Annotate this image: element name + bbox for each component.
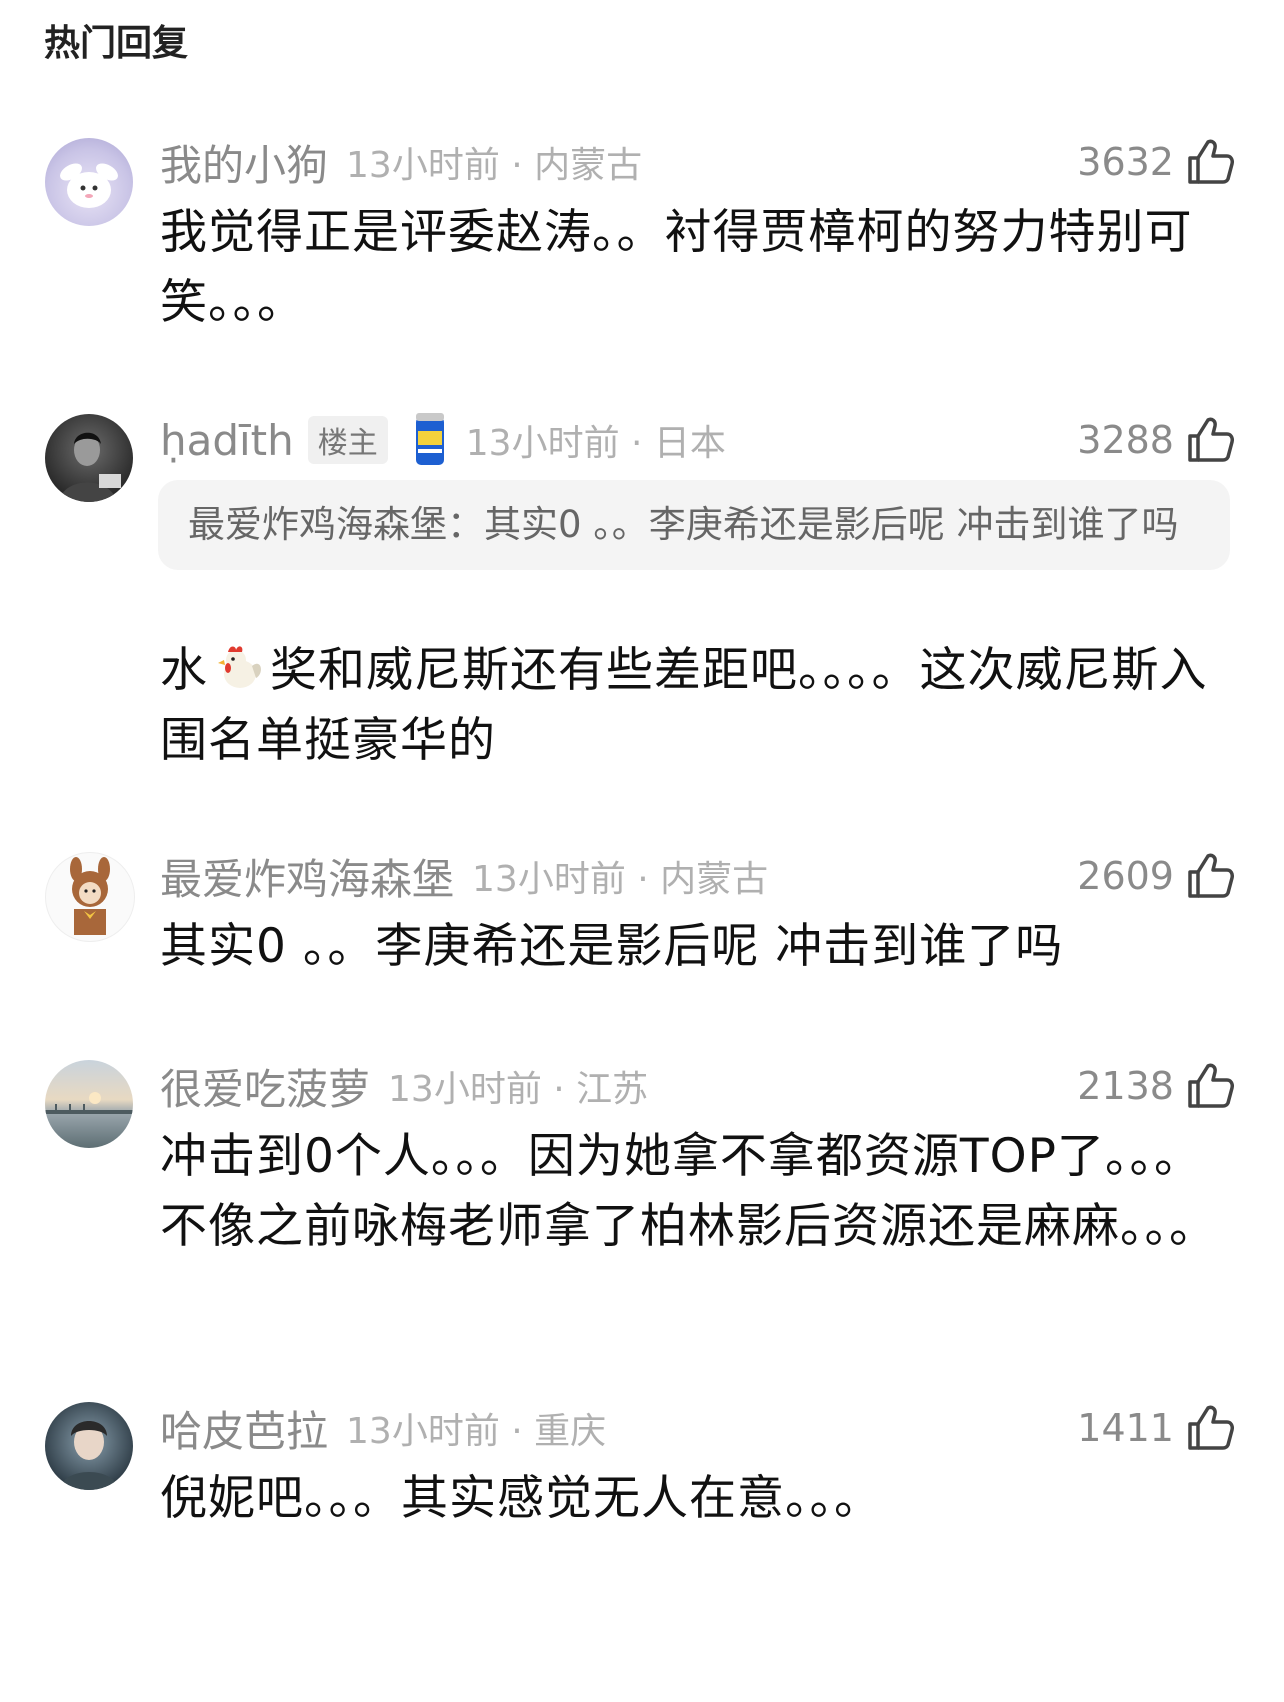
like-button[interactable]: 2138 [1077, 1056, 1236, 1116]
thumbs-up-icon [1188, 417, 1234, 462]
like-count: 3632 [1077, 140, 1174, 184]
comment-text: 倪妮吧。。。其实感觉无人在意。。。 [160, 1471, 882, 1526]
comment-text-part: 水 [160, 643, 208, 698]
bunny-avatar-icon [60, 163, 118, 208]
portrait-avatar-icon [59, 1421, 119, 1490]
like-count: 2138 [1077, 1064, 1174, 1108]
comment-meta: 最爱炸鸡海森堡 13小时前 · 内蒙古 [160, 846, 768, 906]
avatar[interactable] [45, 852, 135, 942]
username[interactable]: 我的小狗 [160, 132, 328, 193]
thumbs-up-icon [1188, 1063, 1234, 1108]
section-title: 热门回复 [44, 23, 189, 64]
thumbs-up-icon [1188, 1405, 1234, 1450]
comment-meta: 哈皮芭拉 13小时前 · 重庆 [160, 1398, 606, 1458]
rooster-emoji-icon [218, 646, 261, 688]
username[interactable]: 最爱炸鸡海森堡 [160, 846, 454, 907]
time-location: 13小时前 · 内蒙古 [472, 859, 769, 900]
avatar[interactable] [45, 414, 133, 502]
comment-text-part: 奖和威尼斯还有些差距吧。。。。这次威尼斯入围名单挺豪华的 [160, 643, 1208, 768]
portrait-avatar-icon [59, 432, 121, 502]
bear-costume-avatar-icon [70, 857, 110, 935]
sunset-landscape-avatar-icon [45, 1092, 133, 1114]
time-location: 13小时前 · 重庆 [346, 1411, 607, 1452]
username[interactable]: ḥadīth [160, 416, 294, 465]
like-count: 3288 [1077, 418, 1174, 462]
username[interactable]: 哈皮芭拉 [160, 1398, 328, 1459]
comment-text: 水 奖和威尼斯还有些差距吧。。。。这次威尼斯入围名单挺豪华的 [160, 636, 1220, 776]
like-count: 1411 [1077, 1406, 1174, 1450]
like-button[interactable]: 3288 [1077, 410, 1236, 470]
comment-text: 冲击到0个人。。。因为她拿不拿都资源TOP了。。。不像之前咏梅老师拿了柏林影后资… [160, 1129, 1217, 1254]
thumbs-up-icon [1188, 139, 1234, 184]
like-button[interactable]: 1411 [1077, 1398, 1236, 1458]
avatar[interactable] [45, 1060, 133, 1148]
time-location: 13小时前 · 内蒙古 [346, 145, 643, 186]
comment-meta: ḥadīth 楼主 13小时前 · 日本 [160, 410, 726, 470]
comment-text: 其实0 。。李庚希还是影后呢 冲击到谁了吗 [160, 919, 1064, 974]
op-badge: 楼主 [307, 416, 388, 464]
quoted-reply[interactable]: 最爱炸鸡海森堡：其实0 。。李庚希还是影后呢 冲击到谁了吗 [158, 480, 1230, 570]
comment-text: 我觉得正是评委赵涛。。衬得贾樟柯的努力特别可笑。。。 [160, 205, 1193, 330]
beer-can-badge-icon [415, 413, 444, 465]
comment-meta: 很爱吃菠萝 13小时前 · 江苏 [160, 1056, 648, 1116]
time-location: 13小时前 · 日本 [465, 423, 726, 464]
like-count: 2609 [1077, 854, 1174, 898]
like-button[interactable]: 3632 [1077, 132, 1236, 192]
time-location: 13小时前 · 江苏 [388, 1069, 649, 1110]
comment-meta: 我的小狗 13小时前 · 内蒙古 [160, 132, 642, 192]
like-button[interactable]: 2609 [1077, 846, 1236, 906]
username[interactable]: 很爱吃菠萝 [160, 1056, 370, 1117]
avatar[interactable] [45, 1402, 133, 1490]
thumbs-up-icon [1188, 853, 1234, 898]
avatar[interactable] [45, 138, 133, 226]
